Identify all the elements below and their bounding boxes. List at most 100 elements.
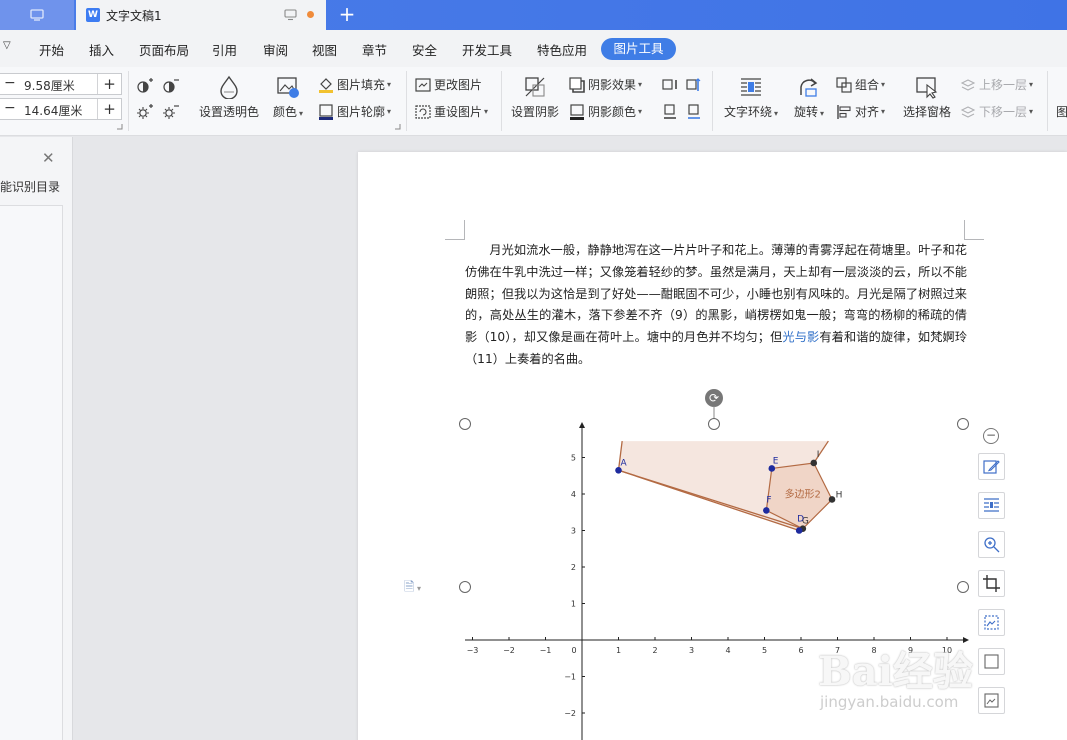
rotate-icon	[800, 78, 818, 97]
increase-contrast-icon[interactable]	[136, 78, 154, 94]
collapse-tools-icon[interactable]: −	[983, 428, 999, 444]
group-button[interactable]: 组合 ▾	[836, 76, 885, 93]
point-i	[810, 459, 818, 467]
height-decrease-icon[interactable]: −	[4, 100, 16, 116]
title-bar: W 文字文稿1 +	[0, 0, 1067, 30]
picture-toolbar: − 9.58厘米 + − 14.64厘米 + 设置透明色 颜色 ▾ 图片填充 ▾ 图…	[0, 67, 1067, 136]
align-button[interactable]: 对齐 ▾	[836, 103, 885, 120]
y-tick-label: 1	[571, 600, 576, 609]
resize-handle-top[interactable]	[708, 418, 720, 430]
y-tick-label: 3	[571, 527, 576, 536]
menu-chapter[interactable]: 章节	[362, 40, 387, 59]
layout-options-button[interactable]	[978, 492, 1005, 519]
document-tab[interactable]: W 文字文稿1	[76, 0, 326, 30]
y-tick-label: −2	[564, 709, 576, 718]
edit-picture-button[interactable]	[978, 453, 1005, 480]
point-label-d: D	[797, 515, 804, 525]
picture-outline-label: 图片轮廓	[337, 105, 386, 119]
zoom-in-button[interactable]	[978, 531, 1005, 558]
increase-brightness-icon[interactable]	[136, 104, 154, 120]
body-paragraph[interactable]: 月光如流水一般，静静地泻在这一片片叶子和花上。薄薄的青雾浮起在荷塘里。叶子和花仿…	[465, 240, 967, 371]
decrease-contrast-icon[interactable]	[162, 78, 180, 94]
set-transparent-button[interactable]: 设置透明色	[199, 75, 259, 120]
picture-outline-button[interactable]: 图片轮廓 ▾	[318, 103, 391, 120]
outline-icon	[319, 103, 333, 120]
selection-pane-button[interactable]: 选择窗格	[901, 75, 953, 120]
baidu-watermark: Bai经验 jingyan.baidu.com	[818, 625, 1058, 720]
point-d	[795, 527, 803, 534]
resize-handle-top-right[interactable]	[957, 418, 969, 430]
toc-list[interactable]	[0, 205, 63, 740]
nudge-shadow-left-icon[interactable]	[662, 77, 678, 93]
toolbar-separator	[406, 71, 407, 131]
new-tab-button[interactable]: +	[336, 4, 358, 26]
width-stepper[interactable]: − 9.58厘米 +	[0, 73, 122, 95]
shadow-color-button[interactable]: 阴影颜色 ▾	[569, 103, 642, 120]
size-dialog-launcher-icon[interactable]	[117, 124, 123, 130]
decrease-brightness-icon[interactable]	[162, 104, 180, 120]
menu-features[interactable]: 特色应用	[537, 40, 587, 59]
text-wrap-label: 文字环绕	[723, 105, 772, 119]
menu-references[interactable]: 引用	[212, 40, 237, 59]
rotate-handle-icon[interactable]: ⟳	[705, 389, 723, 407]
menu-picture-tools[interactable]: 图片工具	[601, 38, 676, 60]
point-h	[828, 496, 836, 503]
change-picture-button[interactable]: 更改图片	[415, 76, 482, 93]
reset-picture-button[interactable]: 重设图片 ▾	[415, 103, 488, 120]
width-value[interactable]: 9.58厘米	[24, 77, 75, 94]
set-shadow-button[interactable]: 设置阴影	[510, 75, 560, 120]
shadow-color-label: 阴影颜色	[588, 105, 637, 119]
picture-style-launcher-icon[interactable]	[395, 124, 401, 130]
nudge-shadow-right-icon[interactable]	[686, 104, 702, 120]
close-icon[interactable]: ✕	[42, 149, 55, 167]
menu-view[interactable]: 视图	[312, 40, 337, 59]
x-tick-label: 4	[725, 646, 730, 655]
nudge-shadow-down-icon[interactable]	[662, 104, 678, 120]
bring-forward-button[interactable]: 上移一层 ▾	[960, 76, 1033, 93]
nudge-shadow-up-icon[interactable]	[686, 77, 702, 93]
resize-handle-top-left[interactable]	[459, 418, 471, 430]
cut-off-toolbar-label[interactable]: 图	[1056, 103, 1067, 120]
resize-handle-right[interactable]	[957, 581, 969, 593]
menu-page-layout[interactable]: 页面布局	[139, 40, 189, 59]
crop-mark-top-left	[445, 220, 465, 240]
height-increase-icon[interactable]: +	[97, 99, 121, 119]
menu-review[interactable]: 审阅	[263, 40, 288, 59]
menu-start[interactable]: 开始	[39, 40, 64, 59]
text-wrap-button[interactable]: 文字环绕 ▾	[722, 75, 780, 120]
send-backward-button[interactable]: 下移一层 ▾	[960, 103, 1033, 120]
picture-fill-button[interactable]: 图片填充 ▾	[318, 76, 391, 93]
menu-insert[interactable]: 插入	[89, 40, 114, 59]
x-tick-label: −2	[503, 646, 515, 655]
height-value[interactable]: 14.64厘米	[24, 102, 82, 119]
navigation-panel: ✕ 能识别目录	[0, 137, 73, 740]
rotate-button[interactable]: 旋转 ▾	[791, 75, 827, 120]
menu-collapse-icon[interactable]: ▽	[3, 40, 11, 51]
height-stepper[interactable]: − 14.64厘米 +	[0, 98, 122, 120]
display-icon[interactable]	[284, 9, 297, 21]
toolbar-separator	[712, 71, 713, 131]
point-label-f: F	[766, 495, 771, 505]
crop-icon	[983, 575, 1000, 592]
menu-security[interactable]: 安全	[412, 40, 437, 59]
paragraph-text: 月光如流水一般，静静地泻在这一片片叶子和花上。薄薄的青雾浮起在荷塘里。叶子和花仿…	[465, 243, 967, 345]
home-tab[interactable]	[0, 0, 74, 30]
smart-toc-label[interactable]: 能识别目录	[0, 178, 60, 195]
color-button[interactable]: 颜色 ▾	[270, 75, 306, 120]
paint-bucket-icon	[319, 77, 333, 93]
edit-icon	[983, 460, 1000, 474]
document-options-icon[interactable]: 🗎 ▾	[404, 578, 421, 600]
shadow-effect-label: 阴影效果	[588, 78, 637, 92]
width-increase-icon[interactable]: +	[97, 74, 121, 94]
group-icon	[836, 76, 852, 93]
crop-button[interactable]	[978, 570, 1005, 597]
width-decrease-icon[interactable]: −	[4, 75, 16, 91]
menu-developer[interactable]: 开发工具	[462, 40, 512, 59]
send-backward-label: 下移一层	[979, 105, 1028, 119]
align-left-icon	[837, 104, 851, 119]
x-tick-label: 6	[798, 646, 803, 655]
picture-color-icon	[277, 77, 299, 98]
resize-handle-left[interactable]	[459, 581, 471, 593]
x-tick-label: 2	[652, 646, 657, 655]
shadow-effect-button[interactable]: 阴影效果 ▾	[569, 76, 642, 93]
